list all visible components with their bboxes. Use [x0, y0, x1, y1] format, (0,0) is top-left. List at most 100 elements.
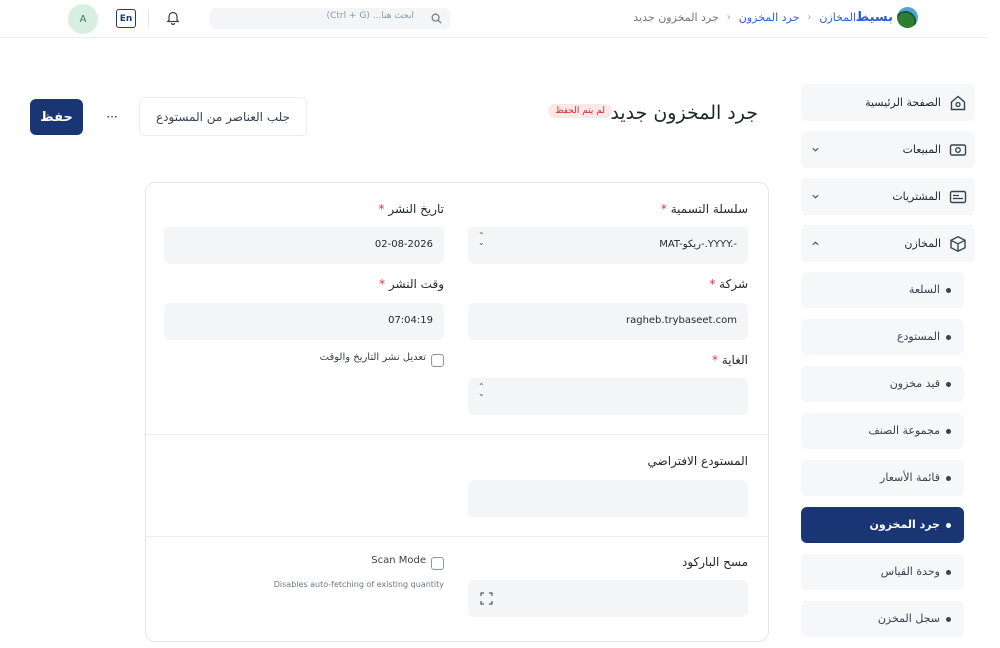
scan-barcode-label: مسح الباركود	[681, 555, 748, 569]
sidebar-subitem-warehouse[interactable]: المستودع	[801, 319, 964, 355]
section-divider	[146, 536, 768, 537]
company-field[interactable]: ragheb.trybaseet.com	[468, 303, 748, 340]
home-icon	[950, 95, 966, 111]
brand-logo-icon	[897, 7, 918, 28]
sidebar-subitem-label: المستودع	[896, 330, 940, 343]
required-marker: *	[660, 202, 667, 216]
search-input[interactable]: ابحث هنا... (Ctrl + G)	[210, 8, 450, 29]
select-arrows-icon: ⌃ ⌄	[478, 231, 485, 247]
sidebar-subitem-label: وحدة القياس	[880, 565, 940, 578]
breadcrumb: ‹ المخازن ‹ جرد المخزون ‹ جرد المخزون جد…	[633, 11, 868, 24]
default-warehouse-label: المستودع الافتراضي	[647, 454, 748, 468]
company-label: شركة *	[709, 277, 748, 291]
breadcrumb-current: جرد المخزون جديد	[633, 11, 719, 24]
sidebar-subitem-item-group[interactable]: مجموعة الصنف	[801, 413, 964, 449]
purchases-icon	[949, 190, 967, 204]
required-marker: *	[711, 353, 718, 367]
naming-series-value: MAT-ريكو-.YYYY.-	[659, 239, 737, 250]
barcode-scan-icon[interactable]	[480, 592, 493, 605]
edit-posting-checkbox[interactable]	[431, 354, 444, 367]
section-divider	[146, 434, 768, 435]
scan-barcode-field[interactable]	[468, 580, 748, 617]
bullet-icon	[946, 382, 951, 387]
sidebar-subitem-stock-reconciliation[interactable]: جرد المخزون	[801, 507, 964, 543]
top-navbar: بسيط ‹ المخازن ‹ جرد المخزون ‹ جرد المخز…	[0, 0, 988, 38]
bullet-icon	[946, 523, 951, 528]
breadcrumb-item[interactable]: المخازن	[819, 11, 856, 24]
sidebar-item-purchases[interactable]: المشتريات	[801, 178, 975, 215]
bullet-icon	[946, 617, 951, 622]
posting-time-label: وقت النشر *	[379, 277, 444, 291]
sidebar-item-label: الصفحة الرئيسية	[865, 96, 941, 109]
breadcrumb-separator-icon: ‹	[864, 12, 868, 23]
scan-mode-label: Scan Mode	[371, 555, 426, 566]
naming-series-label: سلسلة التسمية *	[661, 202, 748, 216]
select-arrows-icon: ⌃ ⌄	[478, 382, 485, 398]
breadcrumb-item[interactable]: جرد المخزون	[739, 11, 800, 24]
label-text: وقت النشر	[388, 277, 444, 291]
scan-mode-hint: Disables auto-fetching of existing quant…	[273, 580, 444, 589]
posting-date-label: تاريخ النشر *	[379, 202, 444, 216]
company-value: ragheb.trybaseet.com	[625, 315, 737, 326]
chevron-down-icon[interactable]	[811, 192, 820, 201]
sidebar-item-label: المشتريات	[892, 190, 941, 203]
bullet-icon	[946, 335, 951, 340]
bell-icon[interactable]	[166, 10, 180, 25]
naming-series-select[interactable]: MAT-ريكو-.YYYY.- ⌃ ⌄	[468, 227, 748, 264]
label-text: تاريخ النشر	[388, 202, 444, 216]
sidebar-subitem-label: جرد المخزون	[869, 518, 940, 531]
required-marker: *	[378, 202, 385, 216]
search-icon	[431, 13, 442, 24]
label-text: سلسلة التسمية	[670, 202, 748, 216]
sidebar-subitem-label: قائمة الأسعار	[880, 471, 940, 484]
label-text: شركة	[719, 277, 748, 291]
breadcrumb-separator-icon: ‹	[726, 12, 731, 23]
sidebar-item-label: المخازن	[904, 237, 941, 250]
form-card: سلسلة التسمية * MAT-ريكو-.YYYY.- ⌃ ⌄ شركة…	[145, 182, 769, 642]
scan-mode-checkbox[interactable]	[431, 557, 444, 570]
purpose-label: الغاية *	[712, 353, 748, 367]
sidebar-subitem-label: السلعة	[908, 283, 940, 296]
sidebar-item-home[interactable]: الصفحة الرئيسية	[801, 84, 975, 121]
breadcrumb-separator-icon: ‹	[807, 12, 812, 23]
sidebar-subitem-price-list[interactable]: قائمة الأسعار	[801, 460, 964, 496]
sidebar-subitem-label: مجموعة الصنف	[868, 424, 940, 437]
sidebar-item-label: المبيعات	[902, 143, 941, 156]
language-toggle-button[interactable]: En	[116, 9, 136, 28]
fetch-items-from-warehouse-button[interactable]: جلب العناصر من المستودع	[139, 97, 307, 136]
edit-posting-label: تعديل نشر التاريخ والوقت	[319, 352, 426, 363]
sidebar-item-stock[interactable]: المخازن	[801, 225, 975, 262]
chevron-up-icon[interactable]	[811, 239, 820, 248]
sidebar-subitem-stock-entry[interactable]: قيد مخزون	[801, 366, 964, 402]
bullet-icon	[946, 476, 951, 481]
default-warehouse-field[interactable]	[468, 480, 748, 517]
sidebar: الصفحة الرئيسية المبيعات المشتريات المخا…	[801, 84, 975, 648]
posting-time-field[interactable]: 07:04:19	[164, 303, 444, 340]
box-icon	[950, 236, 966, 252]
more-options-button[interactable]: ···	[97, 104, 127, 130]
avatar[interactable]: A	[68, 4, 98, 34]
page-title: جرد المخزون جديد	[610, 102, 758, 124]
bullet-icon	[946, 429, 951, 434]
purpose-select[interactable]: ⌃ ⌄	[468, 378, 748, 415]
sidebar-subitem-stock-ledger[interactable]: سجل المخزن	[801, 601, 964, 637]
bullet-icon	[946, 570, 951, 575]
sidebar-subitem-label: سجل المخزن	[877, 612, 940, 625]
divider	[148, 10, 149, 28]
chevron-down-icon[interactable]	[811, 145, 820, 154]
status-badge: لم يتم الحفظ	[548, 104, 612, 118]
bullet-icon	[946, 288, 951, 293]
posting-date-value: 02-08-2026	[374, 239, 433, 250]
sidebar-subitem-uom[interactable]: وحدة القياس	[801, 554, 964, 590]
posting-date-field[interactable]: 02-08-2026	[164, 227, 444, 264]
sales-icon	[949, 144, 967, 156]
save-button[interactable]: حفظ	[30, 99, 83, 135]
search-placeholder: ابحث هنا... (Ctrl + G)	[326, 11, 414, 21]
sidebar-item-sales[interactable]: المبيعات	[801, 131, 975, 168]
sidebar-subitem-label: قيد مخزون	[889, 377, 940, 390]
required-marker: *	[379, 277, 386, 291]
sidebar-subitem-item[interactable]: السلعة	[801, 272, 964, 308]
label-text: الغاية	[721, 353, 748, 367]
required-marker: *	[709, 277, 716, 291]
posting-time-value: 07:04:19	[388, 315, 433, 326]
